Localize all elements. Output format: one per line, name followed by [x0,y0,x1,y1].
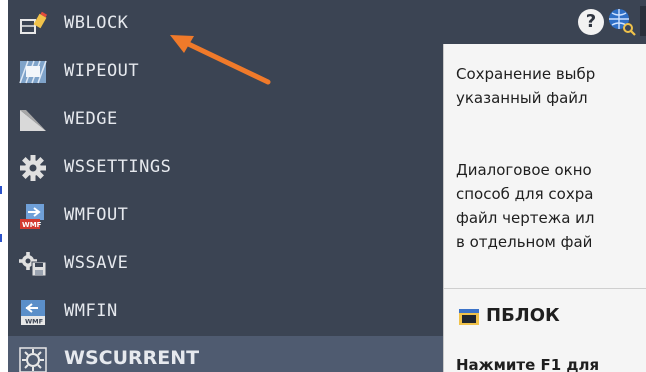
command-label: WIPEOUT [64,61,140,81]
edge-marker [0,234,2,242]
svg-text:WMF: WMF [25,318,43,326]
wmfout-icon: WMF [20,204,44,229]
command-label: WMFOUT [64,205,129,225]
tooltip-line: Сохранение выбр [456,65,596,83]
wmfin-icon: WMF [21,300,45,326]
command-label: WMFIN [64,301,118,321]
wblock-icon [20,11,48,34]
tooltip-line: Диалоговое окно [456,161,592,179]
wedge-icon [20,110,46,131]
command-label: WEDGE [64,109,118,129]
tooltip-line: файл чертежа ил [456,209,595,227]
edge-marker [0,186,2,194]
tooltip-command-name: ПБЛОК [486,305,560,326]
globe-search-icon[interactable] [606,6,636,36]
command-label: WSCURRENT [64,347,200,369]
help-button[interactable]: ? [578,9,604,35]
command-label: WBLOCK [64,13,129,33]
command-block-icon [459,309,479,325]
wssave-icon [19,252,47,277]
wipeout-icon [19,60,47,84]
annotation-arrow [170,35,271,85]
command-label: WSSETTINGS [64,157,172,177]
command-item-wblock[interactable]: WBLOCK ? [8,0,646,48]
gear-icon [20,155,46,181]
toolbar-divider [640,6,646,36]
tooltip-divider [444,288,646,289]
wscurrent-icon [19,347,47,372]
tooltip-line: указанный файл [456,89,588,107]
svg-text:WMF: WMF [22,221,42,229]
command-label: WSSAVE [64,253,129,273]
tooltip-line: способ для сохра [456,185,594,203]
tooltip-line: в отдельном фай [456,233,593,251]
tooltip-f1-hint: Нажмите F1 для [456,356,600,372]
command-tooltip: Сохранение выбр указанный файл Диалогово… [443,44,646,372]
